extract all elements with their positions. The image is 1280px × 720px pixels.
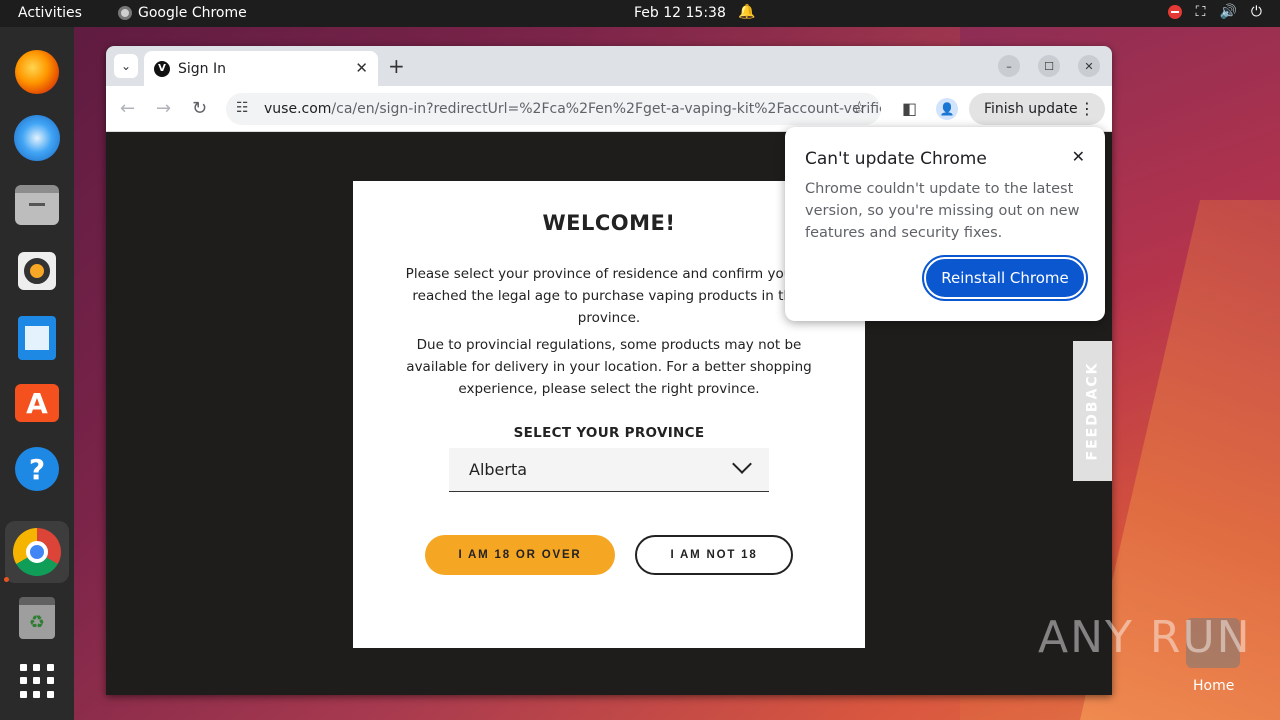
dock-trash[interactable]: ♻	[12, 593, 62, 643]
bubble-body: Chrome couldn't update to the latest ver…	[805, 181, 1080, 241]
profile-avatar[interactable]: 👤	[936, 98, 958, 120]
modal-paragraph-2: Due to provincial regulations, some prod…	[406, 337, 812, 397]
do-not-disturb-icon	[1167, 5, 1182, 19]
app-grid-icon	[20, 664, 54, 698]
dock-app-grid[interactable]	[12, 656, 62, 706]
chrome-icon	[13, 528, 61, 576]
trash-icon: ♻	[19, 597, 55, 639]
province-select[interactable]: Alberta	[449, 448, 769, 492]
over-18-button[interactable]: I AM 18 OR OVER	[425, 535, 615, 575]
dock-help[interactable]: ?	[12, 444, 62, 494]
url-path: /ca/en/sign-in?redirectUrl=%2Fca%2Fen%2F…	[331, 101, 881, 117]
bell-icon: 🔔	[738, 4, 756, 20]
finish-update-button[interactable]: Finish update ⋮	[969, 93, 1105, 125]
thunderbird-icon	[14, 115, 60, 161]
browser-toolbar: ← → ↻ ☷ vuse.com/ca/en/sign-in?redirectU…	[106, 86, 1112, 132]
selected-province: Alberta	[469, 460, 528, 479]
home-label: Home	[1193, 678, 1235, 694]
bookmark-star-icon[interactable]: ☆	[852, 98, 867, 118]
network-icon: ⛶	[1195, 4, 1206, 20]
url-host: vuse.com	[264, 101, 332, 117]
tab-close-icon[interactable]: ✕	[355, 59, 368, 77]
chevron-down-icon	[732, 454, 752, 474]
software-store-icon: A	[15, 384, 59, 422]
activities-button[interactable]: Activities	[18, 5, 82, 21]
dock-software[interactable]: A	[12, 378, 62, 428]
help-icon: ?	[15, 447, 59, 491]
modal-paragraph-1: Please select your province of residence…	[405, 266, 813, 326]
dock-thunderbird[interactable]	[12, 113, 62, 163]
tab-strip: ⌄ V Sign In ✕ + – ☐ ✕	[106, 46, 1112, 86]
bubble-title: Can't update Chrome	[805, 149, 987, 169]
forward-button[interactable]: →	[156, 98, 171, 119]
clock[interactable]: Feb 12 15:38	[634, 5, 726, 21]
site-info-icon[interactable]: ☷	[236, 100, 249, 116]
rhythmbox-icon	[18, 252, 56, 290]
watermark: ANY RUN	[1038, 612, 1252, 663]
dock-rhythmbox[interactable]	[12, 246, 62, 296]
not-18-button[interactable]: I AM NOT 18	[635, 535, 793, 575]
dock-chrome[interactable]	[5, 521, 69, 583]
feedback-tab[interactable]: FEEDBACK	[1073, 341, 1112, 481]
back-button[interactable]: ←	[120, 98, 135, 119]
province-label: SELECT YOUR PROVINCE	[513, 425, 705, 441]
update-error-bubble: Can't update Chrome ✕ Chrome couldn't up…	[785, 127, 1105, 321]
tab-search-button[interactable]: ⌄	[114, 54, 138, 78]
tab-title: Sign In	[178, 60, 226, 77]
new-tab-button[interactable]: +	[388, 54, 405, 78]
app-name: Google Chrome	[138, 5, 247, 21]
feedback-label: FEEDBACK	[1084, 361, 1101, 461]
dock-firefox[interactable]	[12, 47, 62, 97]
firefox-icon	[15, 50, 59, 94]
dock-files[interactable]	[12, 180, 62, 230]
dock: A ? ♻	[0, 27, 74, 720]
reload-button[interactable]: ↻	[192, 98, 207, 119]
tab-sign-in[interactable]: V Sign In ✕	[144, 51, 378, 86]
files-icon	[15, 185, 59, 225]
maximize-button[interactable]: ☐	[1038, 55, 1060, 77]
side-panel-icon[interactable]: ◧	[902, 99, 917, 118]
finish-update-label: Finish update	[984, 101, 1078, 117]
minimize-button[interactable]: –	[998, 55, 1020, 77]
power-icon: ⏻	[1250, 4, 1262, 20]
close-window-button[interactable]: ✕	[1078, 55, 1100, 77]
kebab-menu-icon: ⋮	[1079, 99, 1095, 118]
app-menu[interactable]: Google Chrome	[118, 5, 247, 21]
volume-icon: 🔊	[1219, 4, 1237, 20]
system-tray[interactable]: ⛶ 🔊 ⏻	[1167, 4, 1262, 20]
chrome-app-icon	[118, 6, 132, 20]
running-indicator	[4, 577, 9, 582]
bubble-close-icon[interactable]: ✕	[1072, 147, 1085, 166]
vuse-favicon: V	[154, 60, 170, 77]
dock-writer[interactable]	[12, 313, 62, 363]
address-bar[interactable]: ☷ vuse.com/ca/en/sign-in?redirectUrl=%2F…	[226, 93, 881, 125]
reinstall-chrome-button[interactable]: Reinstall Chrome	[922, 255, 1088, 301]
writer-icon	[18, 316, 56, 360]
system-top-bar: Activities Google Chrome Feb 12 15:38 🔔 …	[0, 0, 1280, 27]
